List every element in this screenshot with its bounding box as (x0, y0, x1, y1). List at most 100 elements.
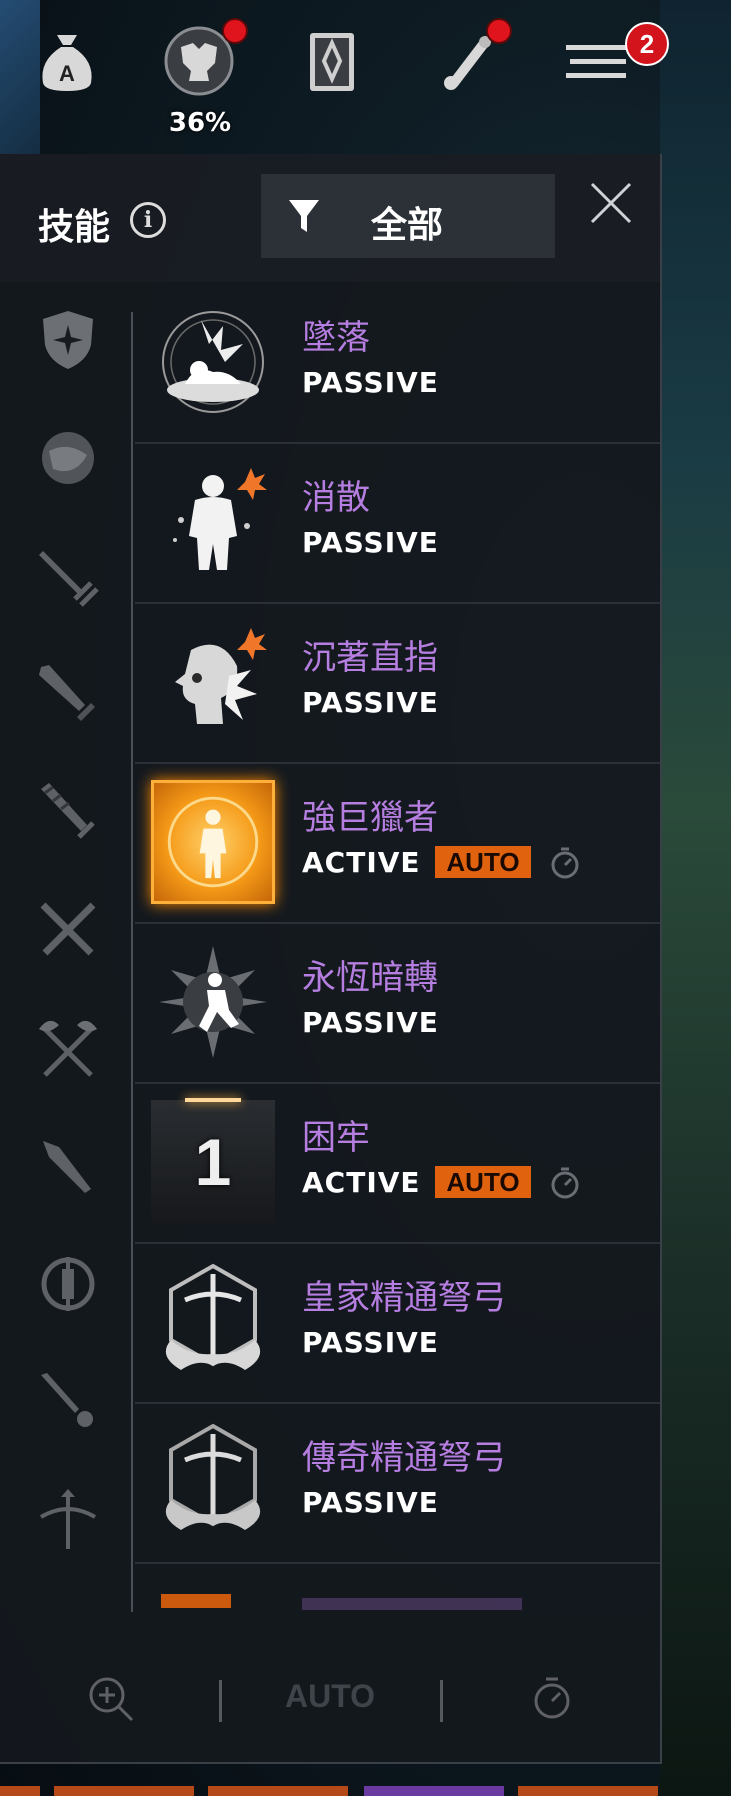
skill-name: 沉著直指 (302, 638, 438, 678)
skills-panel: 技能 i 全部 墜落 PASSIVE 消散 PASSIVE 沉著直指 PASSI… (0, 154, 662, 1764)
skill-list[interactable]: 墜落 PASSIVE 消散 PASSIVE 沉著直指 PASSIVE 強巨獵者 … (135, 282, 660, 1612)
skill-count: 1 (194, 1125, 232, 1199)
armor-button[interactable] (156, 18, 248, 104)
bag-icon: A (42, 35, 92, 91)
skill-row[interactable]: 沉著直指 PASSIVE (135, 602, 660, 764)
skill-type: PASSIVE (302, 366, 439, 399)
skill-type: ACTIVE (302, 846, 421, 879)
giant-hunter-icon (151, 780, 275, 904)
panel-title: 技能 (38, 207, 111, 248)
auto-badge[interactable]: AUTO (435, 846, 531, 878)
category-orb[interactable] (30, 420, 106, 496)
category-shield[interactable] (30, 302, 106, 378)
skill-name: 墜落 (302, 318, 370, 358)
category-dagger[interactable] (30, 1364, 106, 1440)
skill-row[interactable]: 皇家精通弩弓 PASSIVE (135, 1242, 660, 1404)
orb-icon (42, 432, 94, 484)
shield-star-icon (43, 311, 93, 369)
scroll-button[interactable] (422, 18, 512, 104)
category-crossbow[interactable] (30, 1482, 106, 1558)
skill-name: 強巨獵者 (302, 798, 438, 838)
crossed-swords-icon (40, 902, 96, 956)
spear-icon (43, 1141, 91, 1193)
greatsword-icon (41, 783, 95, 839)
info-icon[interactable]: i (130, 202, 166, 238)
mace-icon (41, 1257, 95, 1311)
skill-type: ACTIVE (302, 1166, 421, 1199)
category-greatsword[interactable] (30, 774, 106, 850)
timer-icon[interactable] (549, 846, 581, 880)
skill-row[interactable]: 強巨獵者 ACTIVE AUTO (135, 762, 660, 924)
skill-row[interactable]: 永恆暗轉 PASSIVE (135, 922, 660, 1084)
svg-text:A: A (59, 61, 75, 86)
skill-row-partial[interactable] (135, 1562, 660, 1612)
skill-row[interactable]: 1 困牢 ACTIVE AUTO (135, 1082, 660, 1244)
sword-icon (39, 665, 95, 721)
sidebar-divider (131, 312, 133, 1612)
fall-icon (151, 300, 275, 424)
skill-slot[interactable] (0, 1786, 40, 1796)
sword-shield-icon (39, 551, 99, 607)
skill-slot[interactable] (518, 1786, 658, 1796)
skill-type: PASSIVE (302, 1326, 439, 1359)
timer-icon[interactable] (549, 1166, 581, 1200)
category-crossed-swords[interactable] (30, 892, 106, 968)
menu-badge: 2 (625, 22, 669, 66)
notification-dot (222, 18, 248, 44)
panel-header: 技能 i 全部 (0, 154, 660, 282)
crossed-axes-icon (39, 1020, 97, 1077)
background-scenery (660, 0, 731, 1796)
filter-dropdown[interactable]: 全部 (261, 174, 555, 258)
codex-icon (310, 33, 354, 91)
auto-badge[interactable]: AUTO (435, 1166, 531, 1198)
skill-row[interactable]: 消散 PASSIVE (135, 442, 660, 604)
filter-label: 全部 (371, 205, 444, 246)
skill-type: PASSIVE (302, 1486, 439, 1519)
category-sword-shield[interactable] (30, 538, 106, 614)
bag-button[interactable]: A (24, 18, 110, 104)
skill-slot[interactable] (54, 1786, 194, 1796)
top-hud: A 36% 2 (0, 0, 731, 150)
notification-dot (486, 18, 512, 44)
skill-name: 永恆暗轉 (302, 958, 438, 998)
skill-slot[interactable] (364, 1786, 504, 1796)
crossbow-icon (39, 1489, 97, 1549)
armor-percent: 36% (168, 108, 232, 138)
filter-icon (289, 200, 319, 232)
panel-footer: AUTO (0, 1634, 660, 1762)
skill-row[interactable]: 傳奇精通弩弓 PASSIVE (135, 1402, 660, 1564)
dagger-icon (41, 1373, 93, 1427)
royal-crossbow-icon (151, 1260, 275, 1384)
timer-icon[interactable] (530, 1674, 574, 1722)
skill-slot[interactable] (208, 1786, 348, 1796)
dissipate-icon (151, 460, 275, 584)
skill-name: 皇家精通弩弓 (302, 1278, 506, 1318)
zoom-in-icon[interactable] (86, 1674, 136, 1724)
skill-name: 消散 (302, 478, 370, 518)
close-icon[interactable] (586, 178, 636, 228)
auto-toggle-button[interactable]: AUTO (230, 1678, 430, 1715)
glow-line (185, 1098, 241, 1102)
legendary-crossbow-icon (151, 1420, 275, 1544)
category-mace[interactable] (30, 1246, 106, 1322)
skill-type: PASSIVE (302, 1006, 439, 1039)
calm-point-icon (151, 620, 275, 744)
footer-divider (219, 1680, 222, 1722)
skill-row[interactable]: 墜落 PASSIVE (135, 282, 660, 444)
codex-button[interactable] (289, 18, 375, 104)
category-spear[interactable] (30, 1128, 106, 1204)
skill-name: 傳奇精通弩弓 (302, 1438, 506, 1478)
category-sword[interactable] (30, 656, 106, 732)
menu-button[interactable]: 2 (553, 18, 669, 104)
category-axes[interactable] (30, 1010, 106, 1086)
footer-divider (440, 1680, 443, 1722)
eternal-dark-icon (151, 940, 275, 1064)
category-sidebar (0, 282, 132, 1612)
partial-icon (161, 1594, 231, 1608)
skill-type: PASSIVE (302, 526, 439, 559)
skill-name: 困牢 (302, 1118, 370, 1158)
skill-type: PASSIVE (302, 686, 439, 719)
bottom-skill-bar (0, 1786, 731, 1796)
menu-icon (566, 45, 626, 78)
partial-name (302, 1598, 522, 1610)
